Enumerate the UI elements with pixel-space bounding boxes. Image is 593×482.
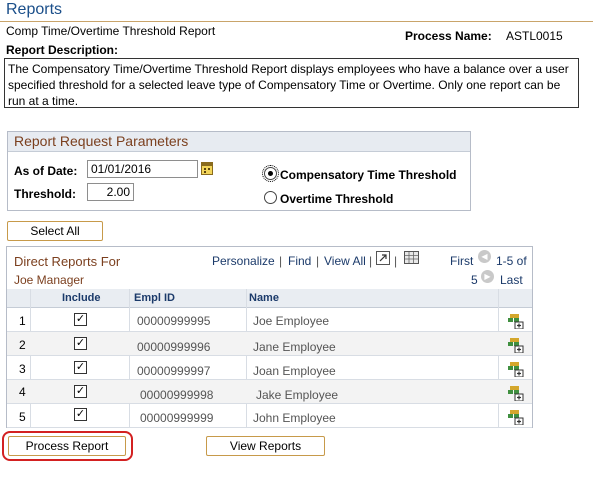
as-of-date-input[interactable]: 01/01/2016 bbox=[87, 160, 198, 178]
process-name-label: Process Name: bbox=[405, 29, 492, 43]
first-label[interactable]: First bbox=[450, 254, 473, 268]
title-divider bbox=[0, 21, 593, 22]
report-parameters-heading: Report Request Parameters bbox=[8, 132, 470, 152]
as-of-date-label: As of Date: bbox=[14, 164, 78, 178]
emplid-cell: 00000999999 bbox=[140, 411, 214, 425]
description-text: The Compensatory Time/Overtime Threshold… bbox=[4, 58, 579, 108]
emplid-cell: 00000999997 bbox=[137, 364, 211, 378]
process-report-button[interactable]: Process Report bbox=[8, 436, 126, 456]
download-excel-icon[interactable] bbox=[404, 251, 419, 264]
view-all-link[interactable]: View All bbox=[324, 254, 366, 268]
row-detail-icon[interactable] bbox=[508, 314, 524, 329]
overtime-threshold-radio[interactable] bbox=[264, 191, 277, 204]
zoom-grid-icon[interactable] bbox=[376, 251, 390, 265]
row-number: 1 bbox=[19, 314, 26, 328]
emplid-column-header[interactable]: Empl ID bbox=[134, 292, 175, 304]
row-detail-icon[interactable] bbox=[508, 386, 524, 401]
view-reports-button[interactable]: View Reports bbox=[206, 436, 325, 456]
name-cell: John Employee bbox=[253, 411, 336, 425]
row-detail-icon[interactable] bbox=[508, 338, 524, 353]
threshold-input[interactable]: 2.00 bbox=[87, 183, 134, 201]
compensatory-threshold-radio[interactable] bbox=[262, 165, 279, 182]
row-number: 5 bbox=[19, 410, 26, 424]
include-column-header: Include bbox=[62, 292, 101, 304]
previous-row-icon[interactable]: ◀ bbox=[478, 250, 491, 263]
calendar-icon[interactable] bbox=[201, 162, 213, 175]
row-detail-icon[interactable] bbox=[508, 410, 524, 425]
row-number: 2 bbox=[19, 338, 26, 352]
name-cell: Jake Employee bbox=[256, 388, 339, 402]
name-cell: Joe Employee bbox=[253, 314, 330, 328]
include-checkbox[interactable]: ✓ bbox=[74, 337, 87, 350]
separator: | bbox=[394, 254, 398, 268]
row-detail-icon[interactable] bbox=[508, 362, 524, 377]
include-checkbox[interactable]: ✓ bbox=[74, 361, 87, 374]
emplid-cell: 00000999995 bbox=[137, 314, 211, 328]
separator: | bbox=[316, 254, 320, 268]
page-title: Reports bbox=[6, 1, 63, 18]
row-range: 1-5 of bbox=[496, 254, 527, 268]
emplid-cell: 00000999998 bbox=[140, 388, 214, 402]
emplid-cell: 00000999996 bbox=[137, 340, 211, 354]
separator: | bbox=[279, 254, 283, 268]
next-row-icon[interactable]: ▶ bbox=[481, 270, 494, 283]
overtime-threshold-label[interactable]: Overtime Threshold bbox=[280, 192, 393, 206]
report-subtitle: Comp Time/Overtime Threshold Report bbox=[6, 24, 216, 38]
threshold-label: Threshold: bbox=[14, 187, 76, 201]
name-cell: Jane Employee bbox=[253, 340, 336, 354]
find-link[interactable]: Find bbox=[288, 254, 311, 268]
include-checkbox[interactable]: ✓ bbox=[74, 313, 87, 326]
last-label[interactable]: Last bbox=[500, 273, 523, 287]
row-number: 3 bbox=[19, 362, 26, 376]
include-checkbox[interactable]: ✓ bbox=[74, 385, 87, 398]
select-all-button[interactable]: Select All bbox=[7, 221, 103, 241]
process-name-value: ASTL0015 bbox=[506, 29, 563, 43]
include-checkbox[interactable]: ✓ bbox=[74, 408, 87, 421]
personalize-link[interactable]: Personalize bbox=[212, 254, 275, 268]
grid-title: Direct Reports For bbox=[14, 254, 121, 269]
compensatory-threshold-label[interactable]: Compensatory Time Threshold bbox=[280, 168, 456, 182]
grid-manager-name: Joe Manager bbox=[14, 273, 85, 287]
row-number: 4 bbox=[19, 385, 26, 399]
name-cell: Joan Employee bbox=[253, 364, 336, 378]
row-total: 5 bbox=[471, 273, 478, 287]
name-column-header[interactable]: Name bbox=[249, 292, 279, 304]
separator: | bbox=[369, 254, 373, 268]
description-label: Report Description: bbox=[6, 43, 119, 57]
